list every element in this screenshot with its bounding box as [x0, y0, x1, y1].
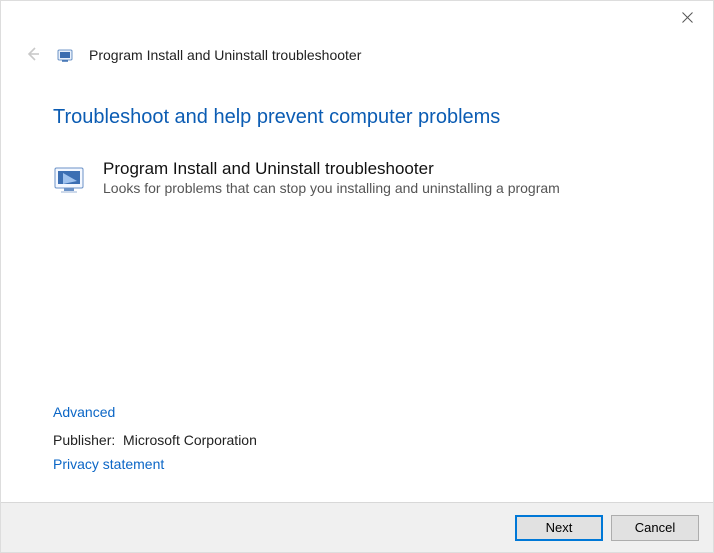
publisher-label: Publisher: [53, 432, 115, 448]
back-arrow-icon [25, 46, 41, 65]
wizard-title: Program Install and Uninstall troublesho… [89, 47, 361, 63]
troubleshooter-large-icon [53, 161, 89, 197]
troubleshooter-item: Program Install and Uninstall troublesho… [53, 159, 661, 197]
close-icon [682, 12, 693, 26]
troubleshooter-item-description: Looks for problems that can stop you ins… [103, 180, 560, 196]
back-button [23, 45, 43, 65]
next-button[interactable]: Next [515, 515, 603, 541]
publisher-value: Microsoft Corporation [123, 432, 257, 448]
troubleshooter-text: Program Install and Uninstall troublesho… [103, 159, 560, 196]
advanced-link[interactable]: Advanced [53, 404, 257, 420]
troubleshooter-icon [57, 46, 75, 64]
troubleshooter-item-title: Program Install and Uninstall troublesho… [103, 159, 560, 179]
content-area: Troubleshoot and help prevent computer p… [53, 106, 661, 197]
wizard-footer: Next Cancel [1, 502, 713, 552]
close-button[interactable] [667, 5, 707, 33]
wizard-header: Program Install and Uninstall troublesho… [23, 45, 691, 65]
page-heading: Troubleshoot and help prevent computer p… [53, 106, 661, 129]
publisher-info: Publisher: Microsoft Corporation [53, 432, 257, 448]
bottom-links: Advanced Publisher: Microsoft Corporatio… [53, 404, 257, 480]
cancel-button[interactable]: Cancel [611, 515, 699, 541]
privacy-statement-link[interactable]: Privacy statement [53, 456, 257, 472]
